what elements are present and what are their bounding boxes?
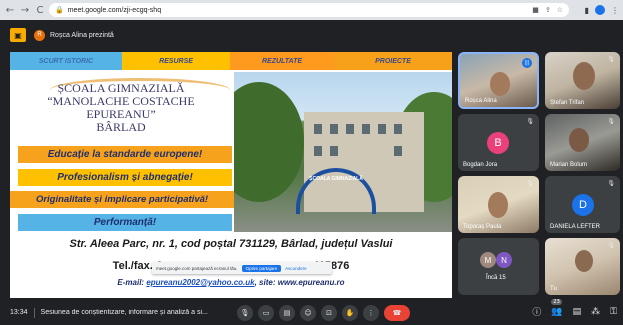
more-vert-icon: ⋮ (367, 309, 375, 317)
sidepanel-icon[interactable]: ▮ (585, 6, 589, 15)
captions-icon: ▤ (283, 309, 291, 317)
emoji-button[interactable]: ☺ (300, 305, 316, 321)
hide-bar-button[interactable]: Ascundere (285, 266, 307, 271)
meet-control-bar: 13:34 Sesiunea de conștientizare, inform… (0, 298, 623, 325)
forward-button[interactable]: → (19, 4, 31, 16)
more-participants-label: Încă 15 (486, 275, 506, 281)
arch-sign: ȘCOALA GIMNAZIALĂ (309, 176, 363, 182)
reload-button[interactable]: C (34, 4, 46, 16)
participant-name: Toporaș Paula (463, 224, 502, 230)
participant-count-badge: 23 (551, 298, 562, 305)
lock-icon: 🔒 (55, 6, 64, 14)
participant-tile[interactable]: B 🎙 Bogdan Jora (458, 114, 539, 171)
bookmark-star-icon[interactable]: ☆ (557, 6, 563, 14)
school-contact: E-mail: epureanu2002@yahoo.co.uk, site: … (117, 278, 345, 287)
participant-name: Tu (550, 286, 557, 292)
present-button[interactable]: ⊡ (321, 305, 337, 321)
more-participants-tile[interactable]: M N Încă 15 (458, 238, 539, 295)
address-bar[interactable]: 🔒 meet.google.com/zji-ecgq-shq ■ ⇪ ☆ (49, 3, 569, 17)
mic-off-icon: 🎙 (526, 180, 534, 187)
activities-icon[interactable]: ⁂ (591, 307, 600, 317)
share-icon[interactable]: ⇪ (545, 6, 551, 14)
school-title: ȘCOALA GIMNAZIALĂ “MANOLACHE COSTACHE EP… (10, 72, 232, 144)
mic-off-icon: 🎙 (607, 180, 615, 187)
captions-button[interactable]: ▤ (279, 305, 295, 321)
emoji-icon: ☺ (304, 309, 312, 317)
hand-icon: ✋ (345, 309, 355, 317)
slide-tabs: SCURT ISTORIC RESURSE REZULTATE PROIECTE (10, 52, 452, 70)
participant-tile[interactable]: 🎙 Marian Bolum (545, 114, 620, 171)
stop-sharing-button[interactable]: Oprire partajare (241, 264, 282, 272)
participant-avatar: B (487, 132, 509, 154)
participant-avatar: D (572, 194, 594, 216)
raise-hand-button[interactable]: ✋ (342, 305, 358, 321)
participant-name: Ștefan Trifan (550, 100, 585, 106)
participant-tile[interactable]: 🎙 Toporaș Paula (458, 176, 539, 233)
school-address: Str. Aleea Parc, nr. 1, cod poștal 73112… (69, 238, 393, 250)
host-controls-icon[interactable]: ⚿ (610, 307, 617, 317)
mic-off-icon: 🎙 (607, 242, 615, 249)
sharing-message: meet.google.com partajează ecranul tău. (156, 265, 238, 271)
camera-button[interactable]: ▭ (258, 305, 274, 321)
mic-off-icon: 🎙 (607, 56, 615, 63)
shared-screen: SCURT ISTORIC RESURSE REZULTATE PROIECTE… (10, 52, 452, 298)
people-button[interactable]: 23 👥 (551, 298, 563, 317)
meeting-info-icon[interactable]: ⓘ (532, 305, 541, 318)
participant-name: Bogdan Jora (463, 162, 498, 168)
presenter-label: Roșca Alina prezintă (50, 31, 114, 39)
more-options-button[interactable]: ⋮ (363, 305, 379, 321)
people-icon: 👥 (551, 306, 563, 317)
speaking-indicator-icon: ||| (522, 58, 532, 68)
participant-tile[interactable]: D 🎙 DANIELA LEFTER (545, 176, 620, 233)
slogan-banner: Originalitate și implicare participativă… (10, 191, 234, 208)
microphone-button[interactable]: 🎙 (237, 305, 253, 321)
presenter-chip[interactable]: R Roșca Alina prezintă (34, 29, 114, 41)
back-button[interactable]: ← (4, 4, 16, 16)
participant-name: Marian Bolum (550, 162, 588, 168)
participant-tile[interactable]: ||| Roșca Alina (458, 52, 539, 109)
mic-icon: 🎙 (240, 309, 250, 317)
tab-resurse[interactable]: RESURSE (122, 52, 230, 70)
school-title-line: BÂRLAD (96, 120, 146, 134)
clock: 13:34 (10, 309, 28, 316)
profile-avatar[interactable] (595, 5, 605, 15)
url-text: meet.google.com/zji-ecgq-shq (67, 6, 162, 14)
browser-toolbar: ← → C 🔒 meet.google.com/zji-ecgq-shq ■ ⇪… (0, 0, 623, 20)
participant-name: Roșca Alina (465, 98, 497, 104)
participant-tile[interactable]: 🎙 Ștefan Trifan (545, 52, 620, 109)
tab-rezultate[interactable]: REZULTATE (230, 52, 334, 70)
slogan-banner: Performanță! (18, 214, 232, 231)
mic-off-icon: 🎙 (607, 118, 615, 125)
tab-proiecte[interactable]: PROIECTE (334, 52, 452, 70)
hang-up-icon: ☎ (392, 309, 402, 317)
chat-icon[interactable]: ▤ (573, 307, 582, 317)
tab-scurt-istoric[interactable]: SCURT ISTORIC (10, 52, 122, 70)
menu-dots-icon[interactable]: ⋮ (611, 6, 619, 15)
email-link[interactable]: epureanu2002@yahoo.co.uk (146, 278, 254, 287)
participant-avatar: N (496, 252, 512, 268)
mic-off-icon: 🎙 (526, 118, 534, 125)
camera-icon: ▭ (262, 309, 270, 317)
meet-top-bar: ▣ R Roșca Alina prezintă (0, 20, 623, 50)
participant-avatar: M (480, 252, 496, 268)
school-building-photo: ȘCOALA GIMNAZIALĂ (234, 72, 452, 232)
screen-sharing-bar: meet.google.com partajează ecranul tău. … (152, 262, 332, 274)
leave-call-button[interactable]: ☎ (384, 305, 410, 321)
meeting-title: Sesiunea de conștientizare, informare și… (40, 309, 208, 316)
self-view-tile[interactable]: 🎙 Tu (545, 238, 620, 295)
camera-indicator-icon[interactable]: ■ (532, 6, 539, 14)
presenter-avatar: R (34, 29, 45, 41)
slogan-banner: Educație la standarde europene! (18, 146, 232, 163)
presentation-icon: ▣ (10, 28, 26, 42)
slogan-banner: Profesionalism și abnegație! (18, 169, 232, 186)
participant-name: DANIELA LEFTER (550, 224, 601, 230)
present-screen-icon: ⊡ (326, 309, 332, 317)
